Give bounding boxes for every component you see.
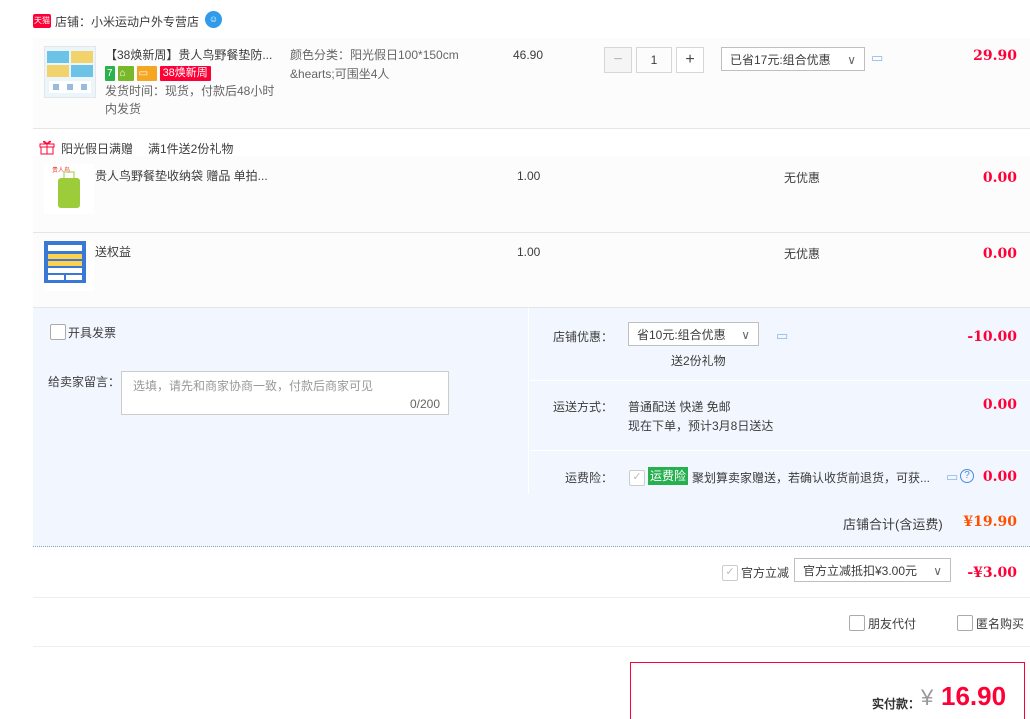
insurance-checkbox[interactable]: ✓ [629, 470, 645, 486]
product-thumbnail[interactable] [44, 46, 96, 98]
chevron-down-icon: ∨ [933, 564, 942, 578]
benefit-amount: 0.00 [982, 246, 1017, 262]
friend-pay-checkbox[interactable] [849, 615, 865, 631]
message-label: 给卖家留言： [48, 375, 121, 389]
shop-total-label: 店铺合计(含运费) [843, 517, 943, 532]
anonymous-checkbox[interactable] [957, 615, 973, 631]
seven-day-return-icon: 7 [105, 66, 115, 81]
cart-item-main: 【38焕新周】贵人鸟野餐垫防... 7 ⌂ ▭ 38焕新周 发货时间：现货，付款… [33, 38, 1030, 128]
divider [530, 450, 1030, 451]
shop-discount-select[interactable]: 省10元:组合优惠 ∨ [628, 322, 759, 346]
gift-promo-label: 阳光假日满赠 [61, 142, 134, 156]
credit-icon: ⌂ [117, 66, 134, 81]
shop-discount-value: 省10元:组合优惠 [637, 328, 726, 342]
unit-price: 46.90 [513, 48, 544, 62]
gift-bag-thumbnail[interactable]: 贵人鸟 [44, 164, 94, 214]
sku-capacity: &hearts;可围坐4人 [290, 67, 390, 81]
sku-info: 颜色分类：阳光假日100*150cm &hearts;可围坐4人 [290, 46, 459, 84]
insurance-chat-icon[interactable]: ▭ [946, 469, 958, 485]
shipping-time: 发货时间：现货，付款后48小时 内发货 [105, 82, 274, 118]
discount-info-icon[interactable]: ▭ [871, 50, 883, 66]
chevron-down-icon: ∨ [741, 328, 750, 342]
official-discount-select[interactable]: 官方立减抵扣¥3.00元 ∨ [794, 558, 951, 582]
storage-bag-image: 贵人鸟 [44, 164, 94, 214]
divider [33, 128, 1030, 129]
divider [33, 597, 1030, 598]
insurance-tag: 运费险 [648, 467, 689, 485]
chevron-down-icon: ∨ [847, 53, 856, 67]
anonymous-label: 匿名购买 [976, 617, 1025, 631]
benefit-title-link[interactable]: 送权益 [95, 243, 131, 261]
item-discount-value: 已省17元:组合优惠 [730, 53, 831, 67]
payment-total-box: 实付款： ¥ 16.90 [630, 662, 1025, 719]
gift-item-bag: 贵人鸟 贵人鸟野餐垫收纳袋 赠品 单拍... 1.00 无优惠 0.00 [33, 156, 1030, 232]
payment-currency: ¥ [921, 685, 934, 710]
gift-unit-price: 1.00 [517, 169, 541, 183]
shipping-time-line1: 发货时间：现货，付款后48小时 [105, 84, 275, 98]
payment-amount: 16.90 [941, 681, 1007, 711]
message-textarea[interactable]: 选填，请先和商家协商一致，付款后商家可见 0/200 [121, 371, 449, 415]
benefit-thumbnail[interactable] [44, 241, 94, 291]
insurance-amount: 0.00 [982, 469, 1017, 485]
shipping-eta: 现在下单，预计3月8日送达 [628, 419, 774, 433]
shipping-label: 运送方式： [553, 400, 614, 414]
shipping-method: 普通配送 快递 免邮 [628, 400, 731, 414]
svg-text:贵人鸟: 贵人鸟 [52, 166, 70, 174]
message-placeholder: 选填，请先和商家协商一致，付款后商家可见 [133, 379, 374, 393]
shop-label-prefix: 店铺： [55, 15, 92, 29]
invoice-label: 开具发票 [68, 326, 117, 340]
picnic-mat-image [45, 47, 95, 97]
shop-discount-info-icon[interactable]: ▭ [776, 328, 788, 344]
gift-title-link[interactable]: 贵人鸟野餐垫收纳袋 赠品 单拍... [95, 167, 268, 185]
item-discount-select[interactable]: 已省17元:组合优惠 ∨ [721, 47, 865, 71]
product-title-link[interactable]: 【38焕新周】贵人鸟野餐垫防... [105, 46, 272, 64]
card-payment-icon: ▭ [136, 66, 157, 81]
benefit-unit-price: 1.00 [517, 245, 541, 259]
official-discount-amount: -¥3.00 [967, 565, 1017, 581]
quantity-stepper: − 1 + [604, 47, 704, 73]
tmall-badge: 天猫 [33, 14, 51, 28]
quantity-input[interactable]: 1 [636, 47, 672, 73]
shipping-time-line2: 内发货 [105, 102, 142, 116]
invoice-checkbox[interactable] [50, 324, 66, 340]
benefit-promo-text: 无优惠 [784, 247, 821, 261]
sale-event-badge: 38焕新周 [159, 66, 211, 81]
benefit-card-image [44, 241, 86, 283]
shipping-amount: 0.00 [982, 397, 1017, 413]
payment-label: 实付款： [872, 697, 921, 711]
official-discount-checkbox[interactable]: ✓ [722, 565, 738, 581]
shop-discount-amount: -10.00 [967, 329, 1017, 345]
order-info-block [33, 308, 1030, 547]
gift-icon [39, 139, 55, 155]
message-counter: 0/200 [409, 397, 440, 411]
divider [530, 380, 1030, 381]
shop-discount-label: 店铺优惠： [553, 330, 614, 344]
quantity-increase-button[interactable]: + [676, 47, 704, 73]
item-amount: 29.90 [973, 48, 1017, 64]
official-discount-value: 官方立减抵扣¥3.00元 [803, 564, 918, 578]
gift-promo-desc: 满1件送2份礼物 [148, 142, 234, 156]
shop-total-amount: ¥19.90 [963, 514, 1017, 530]
gift-promo-text: 无优惠 [784, 171, 821, 185]
insurance-desc: 聚划算卖家赠送，若确认收货前退货，可获... [692, 471, 931, 485]
friend-pay-label: 朋友代付 [868, 617, 917, 631]
insurance-label: 运费险： [565, 471, 614, 485]
shop-link[interactable]: 小米运动户外专营店 [91, 15, 199, 29]
product-tags: 7 ⌂ ▭ 38焕新周 [105, 66, 211, 81]
help-question-icon[interactable]: ? [960, 469, 974, 483]
divider [33, 646, 1030, 647]
shop-name[interactable]: 店铺：小米运动户外专营店 [55, 13, 199, 30]
gift-amount: 0.00 [982, 170, 1017, 186]
official-discount-label: 官方立减 [741, 566, 790, 580]
sku-color: 颜色分类：阳光假日100*150cm [290, 48, 459, 62]
shop-discount-gift: 送2份礼物 [671, 354, 726, 368]
order-info-vdivider [528, 308, 529, 494]
gift-item-benefit: 送权益 1.00 无优惠 0.00 [33, 233, 1030, 307]
quantity-decrease-button[interactable]: − [604, 47, 632, 73]
wangwang-chat-icon[interactable]: ☺ [205, 11, 222, 28]
